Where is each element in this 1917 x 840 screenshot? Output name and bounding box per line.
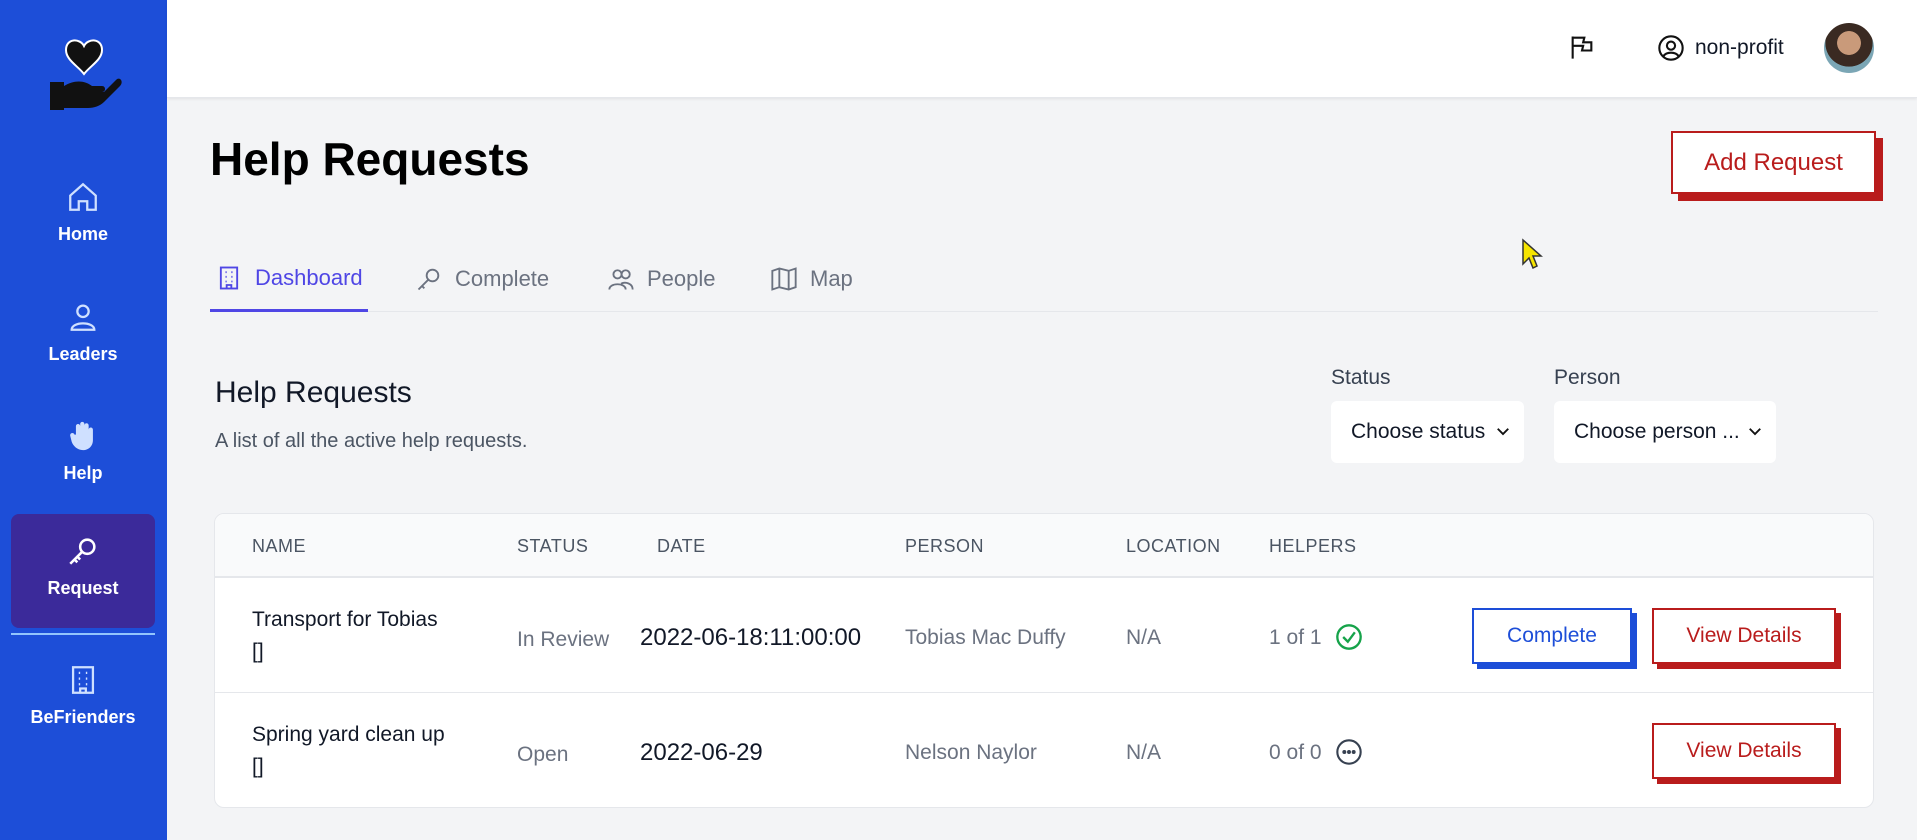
sidebar-item-label: Request <box>47 578 119 598</box>
home-icon <box>69 182 97 211</box>
request-helpers: 1 of 1 <box>1269 626 1322 649</box>
sidebar-item-label: BeFrienders <box>30 707 136 727</box>
sidebar-item-befrienders[interactable]: BeFrienders <box>11 643 155 757</box>
column-header-helpers: HELPERS <box>1269 536 1357 556</box>
sidebar-item-leaders[interactable]: Leaders <box>11 280 155 394</box>
status-filter-label: Status <box>1331 366 1391 389</box>
chevron-down-icon <box>1749 428 1761 436</box>
section-title: Help Requests <box>215 376 412 409</box>
request-helpers: 0 of 0 <box>1269 741 1322 764</box>
person-select-value: Choose person ... <box>1574 420 1740 443</box>
tab-people[interactable]: People <box>607 246 716 312</box>
status-select[interactable]: Choose status <box>1331 401 1524 463</box>
flag-icon[interactable] <box>1568 32 1596 62</box>
request-name: Spring yard clean up <box>252 723 445 746</box>
request-date: 2022-06-18:11:00:00 <box>640 624 862 651</box>
sidebar-item-label: Leaders <box>48 344 118 364</box>
building-icon <box>71 666 95 694</box>
table-header: NAME STATUS DATE PERSON LOCATION HELPERS <box>215 514 1873 578</box>
tab-label: Complete <box>455 266 550 291</box>
tab-map[interactable]: Map <box>770 246 853 312</box>
request-status: Open <box>517 743 569 766</box>
complete-button[interactable]: Complete <box>1472 608 1632 664</box>
tab-label: People <box>647 266 716 291</box>
building-icon <box>219 266 239 289</box>
request-tags: [] <box>252 755 264 778</box>
request-location: N/A <box>1126 626 1162 649</box>
avatar[interactable] <box>1824 23 1874 73</box>
request-person: Nelson Naylor <box>905 741 1037 764</box>
sidebar-item-help[interactable]: Help <box>11 399 155 513</box>
request-location: N/A <box>1126 741 1162 764</box>
heart-in-hand-logo[interactable] <box>44 36 124 116</box>
dots-circle-icon <box>1336 739 1362 765</box>
tab-label: Dashboard <box>255 264 363 290</box>
request-date: 2022-06-29 <box>640 739 763 766</box>
sidebar-divider <box>11 633 155 635</box>
map-icon <box>771 267 797 291</box>
tab-bar: Dashboard Complete People Map <box>210 246 1878 312</box>
table-row: Spring yard clean up [] Open 2022-06-29 … <box>215 693 1873 807</box>
user-circle-icon <box>1658 35 1684 61</box>
sidebar-item-request[interactable]: Request <box>11 514 155 628</box>
column-header-location: LOCATION <box>1126 536 1221 556</box>
hand-icon <box>70 421 93 451</box>
account-label: non-profit <box>1695 36 1784 59</box>
tab-dashboard[interactable]: Dashboard <box>210 246 368 312</box>
key-icon <box>69 538 96 565</box>
top-bar <box>167 0 1917 98</box>
tab-complete[interactable]: Complete <box>415 246 549 312</box>
request-name: Transport for Tobias <box>252 608 438 631</box>
sidebar-item-home[interactable]: Home <box>11 160 155 274</box>
page-title: Help Requests <box>210 133 530 185</box>
request-status: In Review <box>517 628 610 651</box>
tab-label: Map <box>810 266 853 291</box>
chevron-down-icon <box>1497 428 1509 436</box>
person-select[interactable]: Choose person ... <box>1554 401 1776 463</box>
key-icon <box>417 268 440 291</box>
help-requests-table: NAME STATUS DATE PERSON LOCATION HELPERS… <box>214 513 1874 808</box>
status-select-value: Choose status <box>1351 420 1486 443</box>
section-description: A list of all the active help requests. <box>215 430 528 452</box>
column-header-status: STATUS <box>517 536 589 556</box>
sidebar-item-label: Home <box>57 224 108 244</box>
sidebar: Home Leaders Help Request BeFrienders <box>0 0 167 840</box>
account-menu[interactable]: non-profit <box>1657 32 1784 64</box>
person-filter-label: Person <box>1554 366 1621 389</box>
users-icon <box>608 269 634 290</box>
request-tags: [] <box>252 640 264 663</box>
add-request-button[interactable]: Add Request <box>1671 131 1876 194</box>
column-header-name: NAME <box>252 536 307 556</box>
view-details-button[interactable]: View Details <box>1652 608 1836 664</box>
sidebar-item-label: Help <box>63 463 103 483</box>
view-details-button[interactable]: View Details <box>1652 723 1836 779</box>
user-icon <box>70 304 96 331</box>
check-circle-icon <box>1336 624 1362 650</box>
column-header-date: DATE <box>657 536 706 556</box>
column-header-person: PERSON <box>905 536 985 556</box>
table-row: Transport for Tobias [] In Review 2022-0… <box>215 578 1873 693</box>
request-person: Tobias Mac Duffy <box>905 626 1066 649</box>
